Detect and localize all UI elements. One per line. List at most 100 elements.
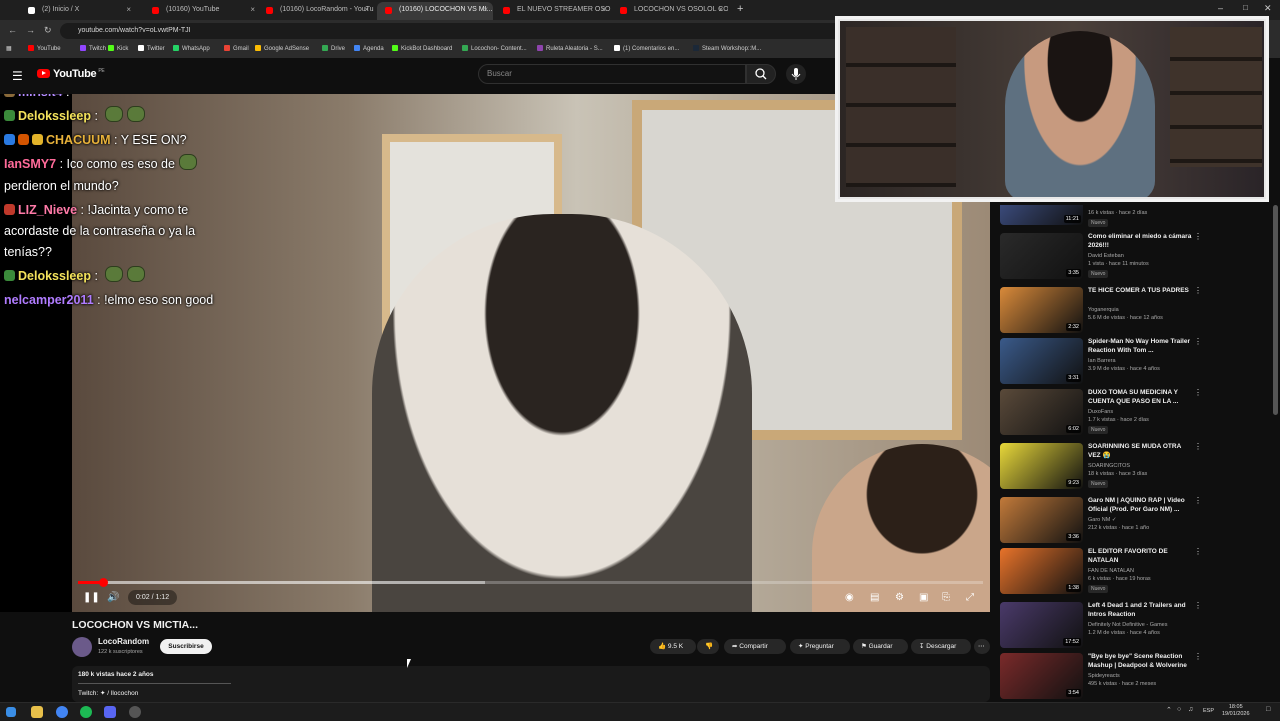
more-vertical-icon[interactable]: ⋮ [1194, 442, 1202, 451]
bookmark-item[interactable]: Locochon- Content... [462, 45, 527, 52]
speaker-icon[interactable]: ♫ [1188, 706, 1193, 713]
recommended-channel[interactable]: DuxoFans [1088, 409, 1113, 415]
more-actions-button[interactable]: ⋯ [974, 639, 990, 654]
bookmark-item[interactable]: YouTube [28, 45, 61, 52]
bookmark-item[interactable]: Google AdSense [255, 45, 309, 52]
chrome-icon[interactable] [56, 706, 68, 718]
recommended-video[interactable]: 3:35 Como eliminar el miedo a cámara 2026… [1000, 232, 1270, 283]
recommended-title[interactable]: Garo NM | AQUINO RAP | Video Oficial (Pr… [1088, 496, 1193, 514]
miniplayer-icon[interactable]: ▣ [919, 592, 928, 603]
youtube-logo[interactable]: YouTube PE [37, 68, 105, 80]
more-vertical-icon[interactable]: ⋮ [1194, 652, 1202, 661]
pause-icon[interactable]: ❚❚ [83, 592, 100, 603]
tab-close-icon[interactable]: × [250, 2, 255, 18]
bookmark-item[interactable]: Steam Workshop::M... [693, 45, 761, 52]
bookmark-item[interactable]: (1) Comentarios en... [614, 45, 679, 52]
ask-button[interactable]: ✦ Preguntar [790, 639, 850, 654]
tab-close-icon[interactable]: × [483, 2, 488, 18]
bookmark-item[interactable]: KickBot Dashboard [392, 45, 452, 52]
video-thumbnail[interactable]: 17:52 [1000, 602, 1083, 648]
more-vertical-icon[interactable]: ⋮ [1194, 388, 1202, 397]
bookmark-item[interactable]: Drive [322, 45, 345, 52]
browser-tab[interactable]: (10160) YouTube × [144, 2, 260, 20]
browser-tab[interactable]: (10160) LOCOCHON VS MI... × [377, 2, 493, 20]
browser-tab[interactable]: (10160) LocoRandom - YouTub... × [258, 2, 374, 20]
recommended-title[interactable]: EL EDITOR FAVORITO DE NATALAN [1088, 547, 1193, 565]
recommended-title[interactable]: "Bye bye bye" Scene Reaction Mashup | De… [1088, 652, 1193, 670]
video-thumbnail[interactable]: 6:02 [1000, 389, 1083, 435]
notifications-icon[interactable]: □ [1266, 706, 1270, 713]
video-thumbnail[interactable]: 2:32 [1000, 287, 1083, 333]
browser-tab[interactable]: (2) Inicio / X × [20, 2, 136, 20]
more-vertical-icon[interactable]: ⋮ [1194, 286, 1202, 295]
recommended-channel[interactable]: FAN DE NATALAN [1088, 568, 1134, 574]
network-icon[interactable]: ○ [1177, 706, 1181, 713]
obs-icon[interactable] [129, 706, 141, 718]
more-vertical-icon[interactable]: ⋮ [1194, 547, 1202, 556]
subscribe-button[interactable]: Suscribirse [160, 639, 212, 654]
recommended-channel[interactable]: Ian Barrera [1088, 358, 1116, 364]
subtitles-icon[interactable]: ▤ [870, 592, 879, 603]
recommended-video[interactable]: 17:52 Left 4 Dead 1 and 2 Trailers and In… [1000, 601, 1270, 652]
video-thumbnail[interactable]: 1:38 [1000, 548, 1083, 594]
recommended-video[interactable]: 3:31 Spider-Man No Way Home Trailer React… [1000, 337, 1270, 388]
spotify-icon[interactable] [80, 706, 92, 718]
file-explorer-icon[interactable] [31, 706, 43, 718]
share-button[interactable]: ➦ Compartir [724, 639, 786, 654]
maximize-icon[interactable]: □ [1243, 3, 1248, 12]
autoplay-toggle-icon[interactable]: ◉ [845, 592, 854, 603]
more-vertical-icon[interactable]: ⋮ [1194, 496, 1202, 505]
bookmark-item[interactable]: Kick [108, 45, 128, 52]
bookmark-item[interactable]: Twitch [80, 45, 106, 52]
browser-tab[interactable]: LOCOCHON VS OSOLOL CON...× [612, 2, 728, 20]
browser-tab[interactable]: EL NUEVO STREAMER OSOLO...× [495, 2, 611, 20]
fullscreen-icon[interactable]: ⤢ [966, 592, 974, 603]
video-thumbnail[interactable]: 3:36 [1000, 497, 1083, 543]
page-scrollbar[interactable] [1273, 205, 1278, 415]
like-button[interactable]: 👍 9.5 K [650, 639, 696, 654]
channel-name[interactable]: LocoRandom [98, 637, 149, 646]
progress-bar[interactable] [78, 578, 983, 587]
windows-start-icon[interactable] [6, 707, 16, 717]
video-thumbnail[interactable]: 9:23 [1000, 443, 1083, 489]
description-box[interactable]: 180 k vistas hace 2 años Twitch: ✦ / llo… [72, 666, 990, 702]
more-vertical-icon[interactable]: ⋮ [1194, 337, 1202, 346]
forward-icon[interactable]: → [26, 25, 35, 35]
recommended-video[interactable]: 9:23 SOARINNING SE MUDA OTRA VEZ 😭 SOARING… [1000, 442, 1270, 493]
back-icon[interactable]: ← [8, 25, 17, 35]
tab-close-icon[interactable]: × [718, 2, 723, 18]
volume-icon[interactable]: 🔊 [107, 592, 119, 603]
language-indicator[interactable]: ESP [1203, 708, 1214, 714]
voice-search-button[interactable] [786, 64, 806, 84]
recommended-video[interactable]: 11:21 16 k vistas · hace 2 días Nuevo [1000, 205, 1270, 229]
recommended-title[interactable]: Spider-Man No Way Home Trailer Reaction … [1088, 337, 1193, 355]
menu-icon[interactable]: ☰ [12, 69, 23, 83]
recommended-title[interactable]: Left 4 Dead 1 and 2 Trailers and Intros … [1088, 601, 1193, 619]
bookmark-item[interactable]: Ruleta Aleatoria - S... [537, 45, 603, 52]
bookmark-item[interactable]: Gmail [224, 45, 249, 52]
bookmark-item[interactable]: WhatsApp [173, 45, 210, 52]
dislike-button[interactable]: 👎 [697, 639, 719, 654]
video-thumbnail[interactable]: 3:35 [1000, 233, 1083, 279]
tab-close-icon[interactable]: × [364, 2, 369, 18]
close-window-icon[interactable]: ✕ [1264, 3, 1272, 14]
recommended-channel[interactable]: Spideyreacts [1088, 673, 1120, 679]
video-thumbnail[interactable]: 11:21 [1000, 205, 1083, 225]
search-button[interactable] [746, 64, 776, 84]
video-thumbnail[interactable]: 3:31 [1000, 338, 1083, 384]
tab-close-icon[interactable]: × [601, 2, 606, 18]
cast-icon[interactable]: ⎘ [942, 592, 950, 603]
reload-icon[interactable]: ↻ [44, 25, 52, 36]
recommended-video[interactable]: 2:32 TE HICE COMER A TUS PADRES Yoganerqui… [1000, 286, 1270, 337]
bookmark-item[interactable]: Twitter [138, 45, 165, 52]
minimize-icon[interactable]: – [1218, 3, 1223, 13]
bookmark-item[interactable]: Agenda [354, 45, 384, 52]
video-thumbnail[interactable]: 3:54 [1000, 653, 1083, 699]
recommended-channel[interactable]: Yoganerquia [1088, 307, 1119, 313]
recommended-channel[interactable]: SOARINGCITOS [1088, 463, 1130, 469]
download-button[interactable]: ↧ Descargar [911, 639, 971, 654]
tab-close-icon[interactable]: × [126, 2, 131, 18]
channel-avatar[interactable] [72, 637, 92, 657]
recommended-channel[interactable]: Garo NM ✓ [1088, 517, 1116, 523]
discord-icon[interactable] [104, 706, 116, 718]
